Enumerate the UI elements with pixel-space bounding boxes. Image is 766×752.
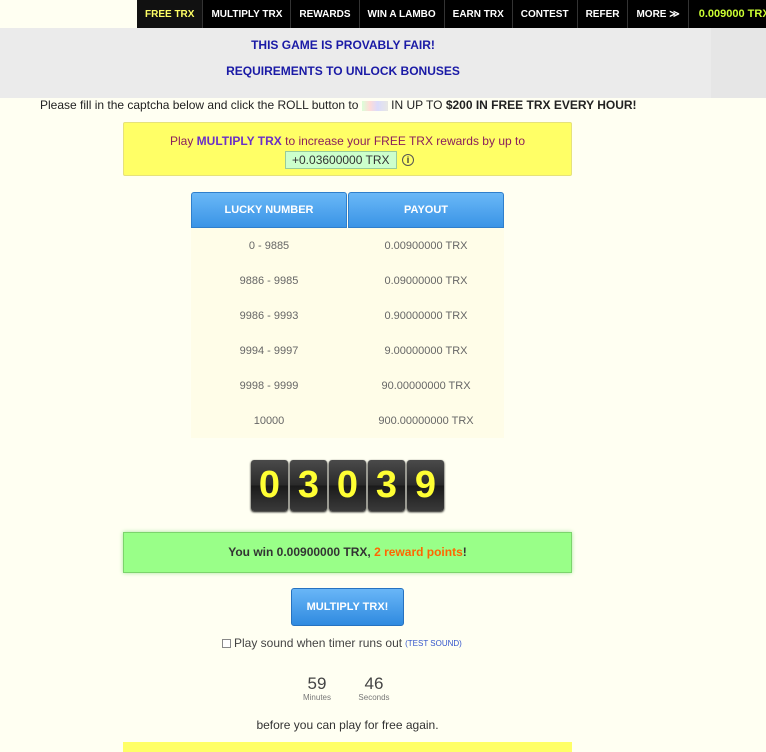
captcha-suffix: IN UP TO xyxy=(391,98,443,112)
timer-seconds-value: 46 xyxy=(364,674,384,693)
timer-minutes-label: Minutes xyxy=(302,693,331,702)
table-row: 0 - 9885 0.00900000 TRX xyxy=(191,228,504,263)
win-message-box: You win 0.00900000 TRX, 2 reward points! xyxy=(123,532,572,573)
win-end-text: ! xyxy=(462,545,467,559)
roll-digit: 3 xyxy=(290,460,327,511)
roll-digit: 9 xyxy=(407,460,444,511)
payout-table: LUCKY NUMBER PAYOUT 0 - 9885 0.00900000 … xyxy=(191,192,504,438)
nav-contest[interactable]: CONTEST xyxy=(513,0,578,28)
promo-text: Play MULTIPLY TRX to increase your FREE … xyxy=(124,134,571,148)
payout-cell: 9.00000000 TRX xyxy=(384,344,468,357)
sound-label: Play sound when timer runs out xyxy=(234,636,403,650)
timer-minutes-value: 59 xyxy=(307,674,327,693)
timer-minutes: 59 Minutes xyxy=(298,674,336,702)
nav-refer[interactable]: REFER xyxy=(578,0,629,28)
nav-win-a-lambo[interactable]: WIN A LAMBO xyxy=(360,0,445,28)
bottom-yellow-box xyxy=(123,742,572,752)
table-row: 9998 - 9999 90.00000000 TRX xyxy=(191,368,504,403)
nav-rewards[interactable]: REWARDS xyxy=(291,0,360,28)
lucky-number-cell: 9886 - 9985 xyxy=(239,274,299,287)
roll-result-counter: 0 3 0 3 9 xyxy=(251,460,444,511)
info-icon[interactable]: i xyxy=(402,154,414,166)
roll-digit: 0 xyxy=(329,460,366,511)
nav-free-trx[interactable]: FREE TRX xyxy=(137,0,204,28)
payout-cell: 0.90000000 TRX xyxy=(384,309,468,322)
promo-bonus-value: +0.03600000 TRX xyxy=(285,151,397,169)
sound-option: Play sound when timer runs out (TEST SOU… xyxy=(222,636,462,650)
nav-more[interactable]: MORE ≫ xyxy=(628,0,689,28)
roll-digit: 0 xyxy=(251,460,288,511)
timer-seconds-label: Seconds xyxy=(358,693,390,702)
balance-display: 0.009000 TRX xyxy=(698,8,766,20)
play-again-text: before you can play for free again. xyxy=(256,718,439,732)
provably-fair-link[interactable]: THIS GAME IS PROVABLY FAIR! xyxy=(0,38,686,52)
requirements-link[interactable]: REQUIREMENTS TO UNLOCK BONUSES xyxy=(0,64,686,78)
payout-cell: 90.00000000 TRX xyxy=(381,379,471,392)
captcha-bold-text: $200 IN FREE TRX EVERY HOUR! xyxy=(445,98,637,112)
sound-checkbox[interactable] xyxy=(222,638,231,648)
payout-table-header: LUCKY NUMBER PAYOUT xyxy=(191,192,504,228)
timer-seconds: 46 Seconds xyxy=(354,674,394,702)
nav-earn-trx[interactable]: EARN TRX xyxy=(445,0,513,28)
table-row: 9986 - 9993 0.90000000 TRX xyxy=(191,298,504,333)
lucky-number-cell: 0 - 9885 xyxy=(248,239,290,252)
table-row: 9994 - 9997 9.00000000 TRX xyxy=(191,333,504,368)
nav-multiply-trx[interactable]: MULTIPLY TRX xyxy=(203,0,292,28)
reward-points-text: 2 reward points xyxy=(374,545,463,559)
multiply-trx-button[interactable]: MULTIPLY TRX! xyxy=(291,588,404,626)
captcha-prefix: Please fill in the captcha below and cli… xyxy=(40,98,359,112)
table-row: 9886 - 9985 0.09000000 TRX xyxy=(191,263,504,298)
promo-multiply-link[interactable]: MULTIPLY TRX xyxy=(197,134,282,148)
top-navigation: FREE TRX MULTIPLY TRX REWARDS WIN A LAMB… xyxy=(137,0,766,28)
payout-cell: 0.00900000 TRX xyxy=(384,239,468,252)
payout-cell: 0.09000000 TRX xyxy=(384,274,468,287)
lucky-number-cell: 10000 xyxy=(253,414,285,427)
payout-cell: 900.00000000 TRX xyxy=(378,414,474,427)
lucky-number-cell: 9994 - 9997 xyxy=(239,344,299,357)
promo-text-before: Play xyxy=(169,134,194,148)
info-band-side xyxy=(711,28,766,98)
captcha-artifact-image xyxy=(361,100,388,111)
header-lucky-number: LUCKY NUMBER xyxy=(191,192,347,228)
promo-text-after: to increase your FREE TRX rewards by up … xyxy=(285,134,526,148)
lucky-number-cell: 9998 - 9999 xyxy=(239,379,299,392)
table-row: 10000 900.00000000 TRX xyxy=(191,403,504,438)
header-payout: PAYOUT xyxy=(348,192,504,228)
multiply-promo-box: Play MULTIPLY TRX to increase your FREE … xyxy=(123,122,572,176)
captcha-instructions: Please fill in the captcha below and cli… xyxy=(40,98,720,112)
test-sound-link[interactable]: (TEST SOUND) xyxy=(405,639,462,648)
lucky-number-cell: 9986 - 9993 xyxy=(239,309,299,322)
roll-digit: 3 xyxy=(368,460,405,511)
win-text: You win 0.00900000 TRX, xyxy=(228,545,371,559)
